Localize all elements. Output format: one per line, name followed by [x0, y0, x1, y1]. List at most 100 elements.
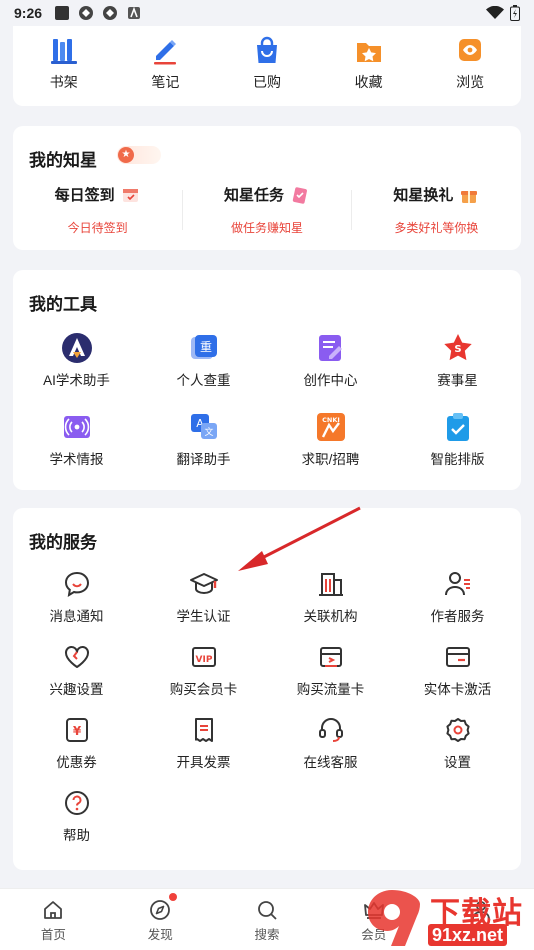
- shortcuts-card: 书架 笔记 已购 收藏 浏览: [13, 26, 521, 106]
- star-tasks-button[interactable]: 知星任务 做任务赚知星: [182, 184, 351, 236]
- services-card: 我的服务 消息通知 学生认证 关联机构 作者服务 兴趣设置 VIP 购买会员卡 …: [13, 508, 521, 870]
- divider: [182, 190, 183, 230]
- service-label: 作者服务: [430, 609, 485, 624]
- service-label: 兴趣设置: [49, 682, 104, 697]
- svg-text:¥: ¥: [72, 724, 81, 738]
- service-label: 关联机构: [303, 609, 358, 624]
- service-linked-institution[interactable]: 关联机构: [267, 568, 394, 625]
- calendar-icon: [122, 188, 138, 202]
- wifi-icon: [486, 6, 504, 19]
- tools-card: 我的工具 AI学术助手 重 个人查重 创作中心 S 赛事星 学术情报 A文 翻译…: [13, 270, 521, 490]
- tool-label: 赛事星: [437, 373, 478, 388]
- gift-icon: [461, 190, 478, 203]
- notification-app-icon: [55, 6, 70, 20]
- bookshelf-icon: [50, 39, 77, 64]
- customer-service-icon: [318, 718, 343, 742]
- service-invoice[interactable]: 开具发票: [140, 714, 267, 771]
- message-icon: [64, 571, 89, 597]
- service-help[interactable]: 帮助: [13, 787, 140, 844]
- service-label: 购买流量卡: [296, 682, 365, 697]
- star-card-title: 我的知星: [29, 151, 97, 170]
- tool-creation-center[interactable]: 创作中心: [267, 332, 394, 389]
- vip-card-icon: VIP: [191, 647, 216, 667]
- divider: [351, 190, 352, 230]
- star-folder-icon: [356, 43, 381, 62]
- tool-translate[interactable]: A文 翻译助手: [140, 411, 267, 468]
- service-author[interactable]: 作者服务: [394, 568, 521, 625]
- svg-text:CNKI: CNKI: [322, 416, 340, 424]
- heart-icon: [64, 646, 89, 668]
- shortcut-purchased[interactable]: 已购: [216, 26, 318, 106]
- translate-icon: A文: [190, 414, 217, 439]
- shortcut-label: 笔记: [151, 74, 180, 90]
- tool-label: 创作中心: [303, 373, 358, 388]
- tool-label: AI学术助手: [43, 373, 110, 388]
- shortcut-label: 已购: [252, 74, 281, 90]
- shortcut-label: 书架: [49, 74, 78, 90]
- star-item-subtitle: 今日待签到: [67, 221, 128, 235]
- creation-icon: [318, 335, 342, 361]
- eye-icon: [459, 39, 482, 61]
- battery-icon: [510, 5, 520, 21]
- academic-intel-icon: [63, 416, 90, 438]
- shortcut-bookshelf[interactable]: 书架: [13, 26, 115, 106]
- settings-icon: [445, 718, 470, 742]
- tool-label: 智能排版: [430, 452, 485, 467]
- svg-text:文: 文: [204, 426, 213, 438]
- tool-ai-assistant[interactable]: AI学术助手: [13, 332, 140, 389]
- service-student-verification[interactable]: 学生认证: [140, 568, 267, 625]
- nav-label: 发现: [147, 928, 173, 942]
- service-label: 开具发票: [176, 755, 231, 770]
- notification-app-icon: [128, 6, 141, 19]
- shortcut-history[interactable]: 浏览: [419, 26, 521, 106]
- service-activate-card[interactable]: 实体卡激活: [394, 641, 521, 698]
- shopping-bag-icon: [256, 36, 277, 63]
- layout-icon: [446, 413, 469, 441]
- service-label: 实体卡激活: [423, 682, 492, 697]
- nav-search[interactable]: 搜索: [214, 889, 321, 950]
- invoice-icon: [194, 718, 213, 742]
- nav-home[interactable]: 首页: [0, 889, 107, 950]
- help-icon: [64, 791, 89, 815]
- star-balance-badge[interactable]: ★: [117, 146, 161, 164]
- tool-job[interactable]: CNKI 求职/招聘: [267, 411, 394, 468]
- tool-academic-intel[interactable]: 学术情报: [13, 411, 140, 468]
- notification-dot: [168, 893, 177, 901]
- tool-smart-layout[interactable]: 智能排版: [394, 411, 521, 468]
- service-label: 设置: [444, 755, 471, 770]
- star-item-title: 知星换礼: [393, 187, 454, 204]
- services-title: 我的服务: [29, 533, 97, 552]
- watermark: 下载站 91xz.net: [362, 886, 534, 950]
- star-item-title: 每日签到: [54, 187, 115, 204]
- task-icon: [292, 186, 307, 204]
- service-label: 消息通知: [49, 609, 104, 624]
- service-label: 优惠券: [56, 755, 97, 770]
- service-settings[interactable]: 设置: [394, 714, 521, 771]
- daily-checkin-button[interactable]: 每日签到 今日待签到: [13, 184, 182, 236]
- service-label: 学生认证: [176, 609, 231, 624]
- service-coupons[interactable]: ¥ 优惠券: [13, 714, 140, 771]
- tool-label: 求职/招聘: [301, 452, 360, 467]
- status-time: 9:26: [14, 5, 43, 21]
- service-buy-vip[interactable]: VIP 购买会员卡: [140, 641, 267, 698]
- tool-plagiarism-check[interactable]: 重 个人查重: [140, 332, 267, 389]
- service-messages[interactable]: 消息通知: [13, 568, 140, 625]
- tool-contest-star[interactable]: S 赛事星: [394, 332, 521, 389]
- service-online-support[interactable]: 在线客服: [267, 714, 394, 771]
- plagiarism-check-icon: 重: [190, 335, 217, 359]
- star-card: 我的知星 ★ 每日签到 今日待签到 知星任务 做任务赚知星 知星换礼 多类好礼等…: [13, 126, 521, 250]
- notification-app-icon: [103, 6, 118, 20]
- shortcut-label: 浏览: [456, 74, 485, 90]
- star-item-subtitle: 做任务赚知星: [230, 221, 303, 235]
- service-interests[interactable]: 兴趣设置: [13, 641, 140, 698]
- shortcut-notes[interactable]: 笔记: [115, 26, 217, 106]
- shortcut-favorites[interactable]: 收藏: [318, 26, 420, 106]
- service-label: 帮助: [63, 828, 90, 843]
- star-gifts-button[interactable]: 知星换礼 多类好礼等你换: [352, 184, 521, 236]
- job-icon: CNKI: [316, 413, 345, 441]
- service-buy-data-card[interactable]: 购买流量卡: [267, 641, 394, 698]
- svg-text:重: 重: [199, 340, 211, 354]
- contest-star-icon: S: [443, 334, 472, 361]
- service-label: 在线客服: [303, 755, 358, 770]
- nav-discover[interactable]: 发现: [107, 889, 214, 950]
